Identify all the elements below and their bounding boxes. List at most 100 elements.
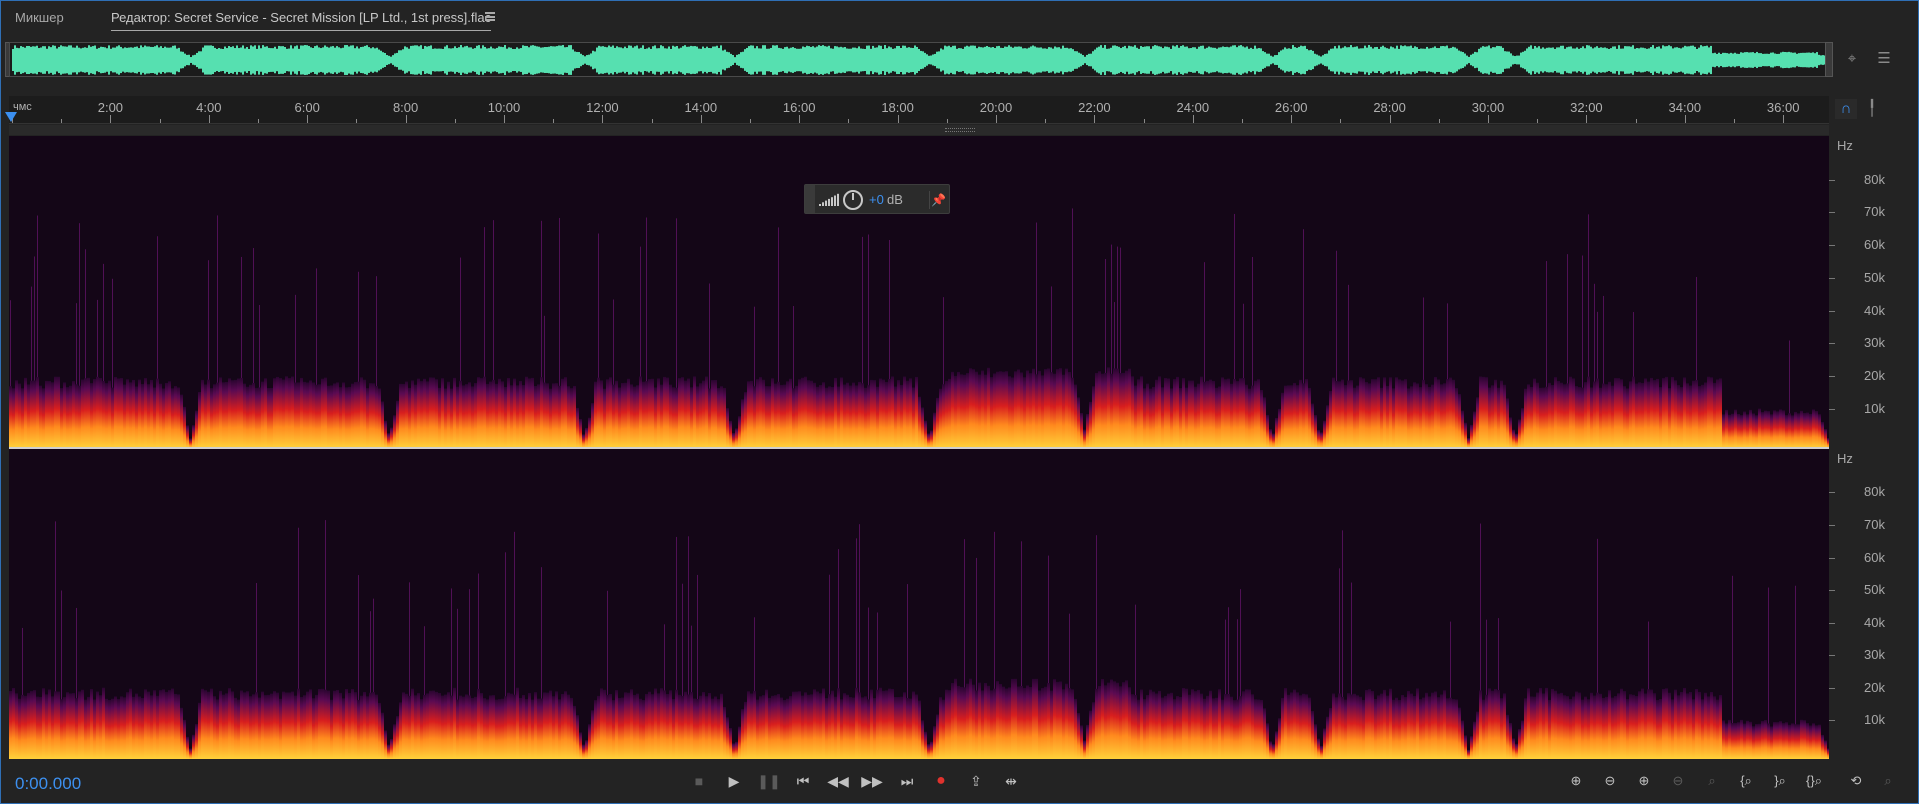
spectrogram-column xyxy=(468,695,471,759)
spectrogram-column xyxy=(471,386,474,448)
hud-grip[interactable] xyxy=(805,185,815,213)
spectrogram-column xyxy=(969,368,972,448)
volume-value[interactable]: +0 xyxy=(869,192,884,207)
timecode-display[interactable]: 0:00.000 xyxy=(15,774,81,794)
spectrogram-column xyxy=(807,694,810,759)
spectrogram-column xyxy=(1347,693,1350,759)
waveform-bar xyxy=(1488,45,1490,75)
waveform-bar xyxy=(594,51,596,69)
spectrogram-column xyxy=(1209,690,1212,759)
waveform-bar xyxy=(1800,52,1802,68)
spectrogram-transient xyxy=(544,315,545,383)
waveform-bar xyxy=(194,54,196,66)
spectrogram-column xyxy=(177,387,180,448)
zoom-in-right-button[interactable]: }⌕ xyxy=(1765,769,1795,793)
waveform-bar xyxy=(974,45,976,75)
zoom-in-amplitude-button[interactable]: ⊕ xyxy=(1561,769,1591,793)
go-to-start-button[interactable]: ⏮ xyxy=(789,769,817,793)
zoom-in-time-button[interactable]: ⊕ xyxy=(1629,769,1659,793)
stop-button[interactable]: ■ xyxy=(685,769,713,793)
zoom-selection-button[interactable]: {}⌕ xyxy=(1799,769,1829,793)
loop-button[interactable]: ⇪ xyxy=(962,769,990,793)
zoom-reset-icon[interactable]: ⌖ xyxy=(1841,49,1863,69)
waveform-bar xyxy=(58,46,60,74)
spectrogram-column xyxy=(732,743,735,759)
spectrogram-column xyxy=(1401,694,1404,759)
volume-knob[interactable] xyxy=(843,190,863,210)
spectrogram-column xyxy=(51,382,54,448)
spectrogram-column xyxy=(1560,382,1563,448)
zoom-to-selection-button[interactable]: ⌕ xyxy=(1873,769,1903,793)
spectrogram-column xyxy=(1110,373,1113,448)
playhead-marker[interactable] xyxy=(5,112,17,122)
zoom-out-amplitude-button[interactable]: ⊖ xyxy=(1595,769,1625,793)
waveform-bar xyxy=(894,48,896,72)
spectrogram-column xyxy=(648,379,651,448)
tab-mixer[interactable]: Микшер xyxy=(15,10,64,25)
waveform-bar xyxy=(16,47,18,73)
waveform-bar xyxy=(1254,45,1256,75)
spectrogram-column xyxy=(1395,377,1398,448)
time-ruler[interactable]: чмс 2:00 4:00 6:00 8:00 10:00 12:00 14:00 16:00… xyxy=(9,96,1829,124)
pin-icon[interactable]: 📌 xyxy=(929,191,947,209)
zoom-out-time-button[interactable]: ⊖ xyxy=(1663,769,1693,793)
waveform-bar xyxy=(564,47,566,73)
spectrogram-column xyxy=(1749,721,1752,759)
spectrogram-column xyxy=(657,378,660,448)
waveform-bar xyxy=(1164,46,1166,74)
scrollbar-grip[interactable] xyxy=(945,128,975,132)
waveform-bar xyxy=(1100,45,1102,75)
spectrogram-column xyxy=(669,690,672,759)
zoom-out-full-button[interactable]: ⌕ xyxy=(1697,769,1727,793)
waveform-bar xyxy=(842,47,844,73)
spectrogram-channel-right[interactable] xyxy=(9,449,1829,759)
spectrogram-column xyxy=(402,692,405,759)
snap-magnet-icon[interactable]: ∩ xyxy=(1835,99,1857,119)
spectrogram-column xyxy=(243,383,246,448)
spectrogram-column xyxy=(1278,408,1281,448)
overview-waveform[interactable] xyxy=(9,42,1829,77)
spectrogram-column xyxy=(546,383,549,448)
waveform-bar xyxy=(1148,46,1150,74)
spectrogram-column xyxy=(777,694,780,759)
horizontal-scrollbar[interactable] xyxy=(9,125,1829,135)
spectrogram-column xyxy=(1536,692,1539,759)
go-to-end-button[interactable]: ⏭ xyxy=(893,769,921,793)
tab-editor[interactable]: Редактор: Secret Service - Secret Missio… xyxy=(111,10,492,31)
spectrogram-column xyxy=(1710,377,1713,448)
waveform-bar xyxy=(1712,53,1714,67)
waveform-bar xyxy=(582,55,584,65)
fast-forward-button[interactable]: ▶▶ xyxy=(858,769,886,793)
play-button[interactable]: ▶ xyxy=(720,769,748,793)
spectrogram-column xyxy=(1710,691,1713,759)
waveform-bar xyxy=(1316,54,1318,66)
panel-layout-icon[interactable]: ☰ xyxy=(1873,49,1895,69)
time-selection-tool-button[interactable]: ⟲ xyxy=(1841,769,1871,793)
spectrogram-column xyxy=(987,367,990,448)
spectrogram-channel-left[interactable] xyxy=(9,136,1829,448)
pause-button[interactable]: ❚❚ xyxy=(755,769,783,793)
spectrogram-column xyxy=(1413,382,1416,448)
spectrogram-column xyxy=(1707,696,1710,759)
skip-selection-button[interactable]: ⇹ xyxy=(997,769,1025,793)
spectrogram-column xyxy=(783,700,786,759)
spectrogram-column xyxy=(246,691,249,759)
spectrogram-column xyxy=(231,380,234,448)
waveform-bar xyxy=(1626,46,1628,74)
waveform-bar xyxy=(346,45,348,75)
tab-menu-icon[interactable] xyxy=(485,12,495,21)
spectrogram-column xyxy=(1671,699,1674,759)
waveform-bar xyxy=(1682,47,1684,73)
overview-right-handle[interactable] xyxy=(1825,42,1833,77)
spectrogram-column xyxy=(1050,372,1053,448)
spectrogram-column xyxy=(1791,723,1794,759)
record-button[interactable]: ● xyxy=(927,769,955,793)
spectrogram-column xyxy=(321,378,324,448)
zoom-in-left-button[interactable]: {⌕ xyxy=(1731,769,1761,793)
waveform-bar xyxy=(1154,45,1156,75)
marker-pin-icon[interactable]: ╿ xyxy=(1861,99,1883,119)
rewind-button[interactable]: ◀◀ xyxy=(824,769,852,793)
waveform-bar xyxy=(1022,48,1024,72)
waveform-bar xyxy=(1268,53,1270,67)
waveform-bar xyxy=(1542,47,1544,73)
